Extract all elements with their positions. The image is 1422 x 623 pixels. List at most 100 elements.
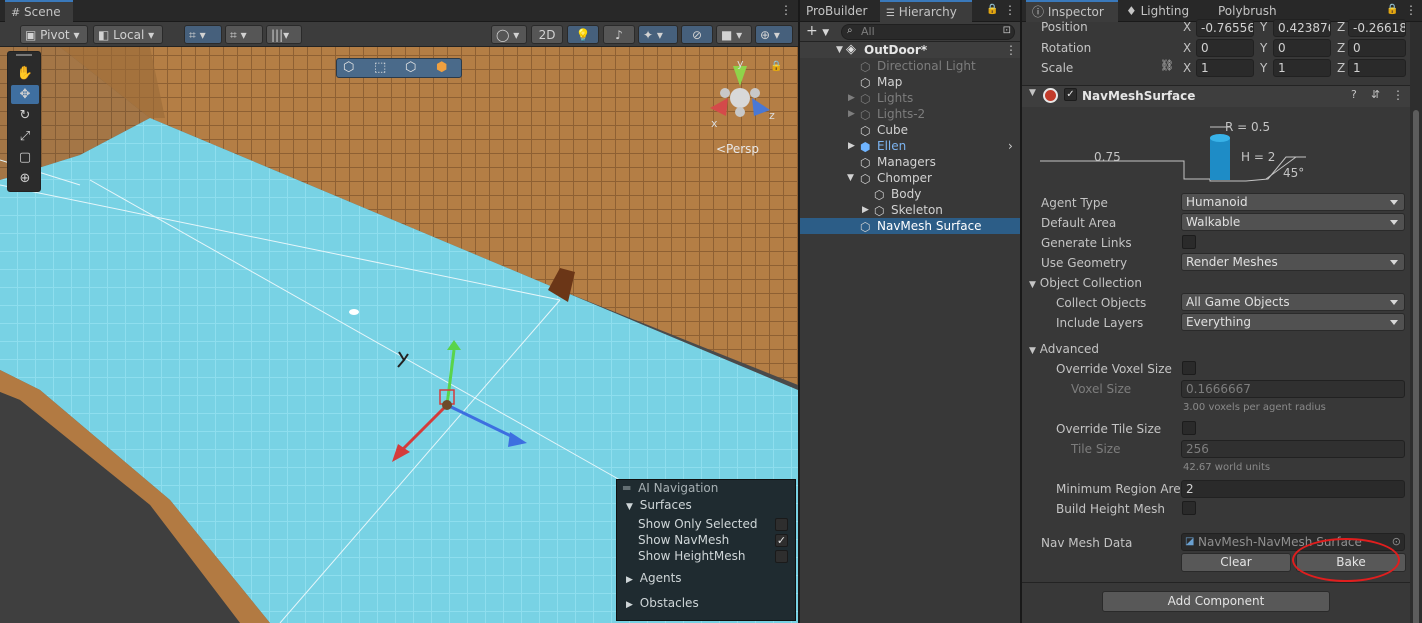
overlay-grip-icon[interactable]: ═ <box>623 481 630 495</box>
help-icon[interactable]: ? <box>1351 88 1357 101</box>
rotation-y-field[interactable]: 0 <box>1273 39 1331 57</box>
search-filter-icon[interactable]: ⊡ <box>1003 25 1011 36</box>
obstacles-foldout[interactable]: ▶ Obstacles <box>617 595 795 611</box>
hierarchy-item-lights-2[interactable]: ▶ ⬡ Lights-2 <box>800 106 1020 122</box>
pivot-dropdown[interactable]: ▣ Pivot ▾ <box>20 25 88 44</box>
show-heightmesh-row[interactable]: Show HeightMesh <box>617 548 795 564</box>
presets-icon[interactable]: ⇵ <box>1371 88 1380 101</box>
override-tile-checkbox[interactable] <box>1182 421 1196 435</box>
agents-foldout[interactable]: ▶ Agents <box>617 570 795 586</box>
collapsed-icon[interactable]: ▶ <box>862 202 869 218</box>
object-picker-icon[interactable]: ⊙ <box>1392 534 1401 550</box>
collect-objects-dropdown[interactable]: All Game Objects <box>1181 293 1405 311</box>
scale-tool-icon[interactable]: ⤢ <box>11 127 39 146</box>
object-collection-foldout[interactable]: ▼ Object Collection <box>1029 276 1142 290</box>
tile-size-field[interactable]: 256 <box>1181 440 1405 458</box>
inspector-menu-icon[interactable]: ⋮ <box>1405 3 1417 17</box>
lock-icon[interactable]: 🔒 <box>770 61 782 72</box>
draw-mode-button[interactable]: ◯ ▾ <box>491 25 527 44</box>
cube-outline-icon[interactable]: ⬡ <box>405 60 416 75</box>
lighting-toggle[interactable]: 💡 <box>567 25 599 44</box>
rotation-z-field[interactable]: 0 <box>1348 39 1406 57</box>
lock-icon[interactable]: 🔒 <box>1386 4 1398 15</box>
navmesh-surface-header[interactable]: ▼ ✓ NavMeshSurface ? ⇵ ⋮ <box>1022 86 1410 107</box>
inspector-scrollbar[interactable] <box>1410 22 1422 623</box>
scale-x-field[interactable]: 1 <box>1196 59 1254 77</box>
include-layers-dropdown[interactable]: Everything <box>1181 313 1405 331</box>
build-height-checkbox[interactable] <box>1182 501 1196 515</box>
agent-type-dropdown[interactable]: Humanoid <box>1181 193 1405 211</box>
hand-tool-icon[interactable]: ✋ <box>11 64 39 83</box>
add-component-button[interactable]: Add Component <box>1102 591 1330 612</box>
scale-z-field[interactable]: 1 <box>1348 59 1406 77</box>
increment-snap-button[interactable]: ⌗ ▾ <box>225 25 263 44</box>
hierarchy-item-managers[interactable]: ⬡ Managers <box>800 154 1020 170</box>
show-navmesh-row[interactable]: Show NavMesh ✓ <box>617 532 795 548</box>
show-heightmesh-checkbox[interactable] <box>775 550 788 563</box>
scrollbar-thumb[interactable] <box>1413 110 1419 623</box>
min-region-field[interactable]: 2 <box>1181 480 1405 498</box>
use-geometry-dropdown[interactable]: Render Meshes <box>1181 253 1405 271</box>
tab-inspector[interactable]: ⓘ Inspector <box>1026 0 1118 22</box>
hierarchy-item-outdoor[interactable]: ▼ ◈ OutDoor* ⋮ <box>800 42 1020 58</box>
persp-label[interactable]: <Persp <box>716 142 759 156</box>
collapsed-icon[interactable]: ▶ <box>848 90 855 106</box>
tab-scene[interactable]: # Scene <box>5 0 73 22</box>
local-dropdown[interactable]: ◧ Local ▾ <box>93 25 163 44</box>
collapsed-icon[interactable]: ▶ <box>848 106 855 122</box>
hierarchy-item-ellen[interactable]: ▶ ⬢ Ellen › <box>800 138 1020 154</box>
hierarchy-item-lights[interactable]: ▶ ⬡ Lights <box>800 90 1020 106</box>
tab-hierarchy[interactable]: ☰ Hierarchy <box>880 0 972 22</box>
position-y-field[interactable]: 0.423876 <box>1273 19 1331 37</box>
hierarchy-item-cube[interactable]: ⬡ Cube <box>800 122 1020 138</box>
tools-grip-icon[interactable] <box>16 54 32 56</box>
cube-face-icon[interactable]: ⬢ <box>436 60 447 75</box>
visibility-toggle[interactable]: ⊘ <box>681 25 713 44</box>
component-menu-icon[interactable]: ⋮ <box>1392 88 1404 102</box>
rect-tool-icon[interactable]: ▢ <box>11 148 39 167</box>
lock-icon[interactable]: 🔒 <box>986 4 998 15</box>
rotation-x-field[interactable]: 0 <box>1196 39 1254 57</box>
tab-probuilder[interactable]: ProBuilder <box>800 0 878 22</box>
rect-select-icon[interactable]: ⬚ <box>374 60 386 75</box>
chevron-right-icon[interactable]: › <box>1008 138 1013 154</box>
advanced-foldout[interactable]: ▼ Advanced <box>1029 342 1099 356</box>
tab-lighting[interactable]: ♦ Lighting <box>1120 0 1208 22</box>
cube-view-icon[interactable]: ⬡ <box>343 60 354 75</box>
effects-dropdown[interactable]: ✦ ▾ <box>638 25 678 44</box>
hierarchy-item-chomper[interactable]: ▼ ⬡ Chomper <box>800 170 1020 186</box>
outdoor-menu-icon[interactable]: ⋮ <box>1005 42 1017 58</box>
clear-button[interactable]: Clear <box>1181 553 1291 572</box>
camera-dropdown[interactable]: ■ ▾ <box>716 25 752 44</box>
rotate-tool-icon[interactable]: ↻ <box>11 106 39 125</box>
hierarchy-item-directional-light[interactable]: ⬡ Directional Light <box>800 58 1020 74</box>
component-enabled-checkbox[interactable]: ✓ <box>1064 88 1077 101</box>
scale-y-field[interactable]: 1 <box>1273 59 1331 77</box>
scene-viewport[interactable]: y x z <Persp 🔒 ⬡ ⬚ ⬡ ⬢ ✋ ✥ ↻ ⤢ ▢ ⊕ ═ AI … <box>0 47 798 623</box>
position-z-field[interactable]: -0.26618 <box>1348 19 1406 37</box>
add-object-button[interactable]: + ▼ <box>806 23 829 39</box>
show-only-selected-checkbox[interactable] <box>775 518 788 531</box>
move-tool-icon[interactable]: ✥ <box>11 85 39 104</box>
default-area-dropdown[interactable]: Walkable <box>1181 213 1405 231</box>
2d-toggle[interactable]: 2D <box>531 25 563 44</box>
hierarchy-item-map[interactable]: ⬡ Map <box>800 74 1020 90</box>
voxel-size-field[interactable]: 0.1666667 <box>1181 380 1405 398</box>
collapsed-icon[interactable]: ▶ <box>848 138 855 154</box>
hierarchy-item-navmesh-surface[interactable]: ⬡ NavMesh Surface <box>800 218 1020 234</box>
expanded-icon[interactable]: ▼ <box>847 170 854 186</box>
show-navmesh-checkbox[interactable]: ✓ <box>775 534 788 547</box>
show-only-selected-row[interactable]: Show Only Selected <box>617 516 795 532</box>
ruler-button[interactable]: |||▾ <box>266 25 302 44</box>
hierarchy-item-skeleton[interactable]: ▶ ⬡ Skeleton <box>800 202 1020 218</box>
hierarchy-item-body[interactable]: ⬡ Body <box>800 186 1020 202</box>
surfaces-foldout[interactable]: ▼ Surfaces <box>617 497 795 513</box>
position-x-field[interactable]: -0.76556 <box>1196 19 1254 37</box>
audio-toggle[interactable]: ♪ <box>603 25 635 44</box>
generate-links-checkbox[interactable] <box>1182 235 1196 249</box>
constrain-link-icon[interactable]: ⛓ <box>1160 59 1174 72</box>
gizmos-dropdown[interactable]: ⊕ ▾ <box>755 25 793 44</box>
grid-snap-button[interactable]: ⌗ ▾ <box>184 25 222 44</box>
scene-menu-icon[interactable]: ⋮ <box>780 3 792 17</box>
hierarchy-menu-icon[interactable]: ⋮ <box>1004 3 1016 17</box>
